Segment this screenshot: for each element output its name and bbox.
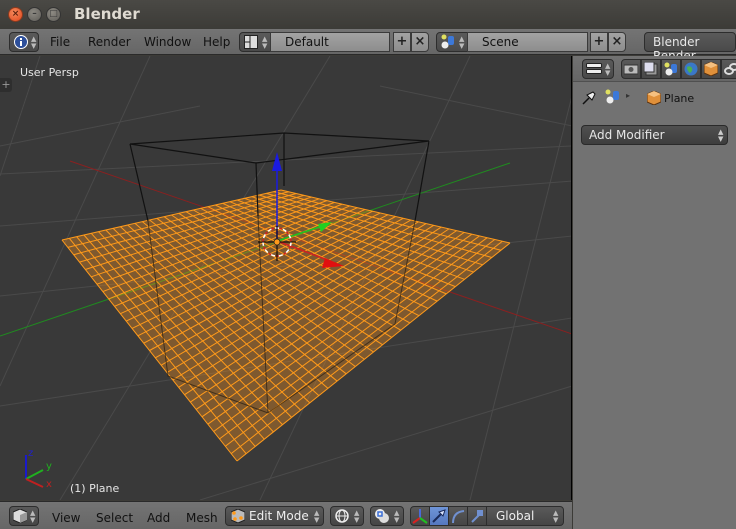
add-modifier-dropdown[interactable]: Add Modifier ▲ ▼ [581, 125, 728, 145]
world-icon [684, 62, 698, 76]
info-icon [14, 35, 28, 49]
info-header: ▲ ▼ File Render Window Help ▲ ▼ Default + … [0, 29, 736, 63]
translate-manipulator-button[interactable] [429, 506, 449, 526]
3d-view-header: ▲ ▼ View Select Add Mesh Edit Mode ▲ ▼ ▲ ▼ … [0, 501, 572, 529]
pivot-point-icon [375, 509, 389, 523]
edit-mode-icon [231, 509, 245, 523]
menu-file[interactable]: File [50, 35, 70, 49]
3d-view-editor-type-selector[interactable]: ▲ ▼ [9, 506, 39, 526]
manipulator-toggle-icon [412, 509, 428, 524]
breadcrumb-object-name: Plane [664, 92, 695, 105]
editor-type-selector[interactable]: ▲ ▼ [9, 32, 39, 52]
x-axis-label: x [46, 479, 52, 490]
updown-arrows-icon: ▲ ▼ [394, 509, 400, 524]
translate-icon [432, 509, 446, 523]
updown-arrows-icon: ▲ ▼ [354, 509, 360, 524]
y-axis-label: y [46, 461, 52, 472]
tab-render-layers[interactable] [641, 59, 661, 79]
menu-view[interactable]: View [52, 511, 80, 525]
menu-help[interactable]: Help [203, 35, 230, 49]
3d-view-icon [13, 509, 27, 523]
close-icon: × [11, 9, 20, 19]
object-origin [273, 238, 281, 246]
add-scene-button[interactable]: + [590, 32, 608, 52]
scale-manipulator-button[interactable] [467, 506, 487, 526]
mode-selector[interactable]: Edit Mode ▲ ▼ [225, 506, 324, 526]
z-axis-label: z [28, 448, 33, 459]
pivot-point-selector[interactable]: ▲ ▼ [370, 506, 404, 526]
window-titlebar: × – □ Blender [0, 0, 736, 29]
window-minimize-button[interactable]: – [27, 7, 42, 22]
add-screen-button[interactable]: + [393, 32, 411, 52]
scene-icon [664, 62, 677, 76]
tab-render[interactable] [621, 59, 641, 79]
updown-arrows-icon: ▲ ▼ [605, 62, 611, 77]
properties-editor-type-selector[interactable]: ▲ ▼ [582, 59, 614, 79]
window-close-button[interactable]: × [8, 7, 23, 22]
tab-constraints[interactable] [721, 59, 736, 79]
remove-screen-button[interactable]: × [411, 32, 429, 52]
properties-icon [586, 63, 602, 74]
properties-editor: ▲ ▼ ▸ Plane Add Modifier ▲ ▼ [573, 56, 736, 529]
object-icon [647, 91, 661, 105]
viewport-shading-selector[interactable]: ▲ ▼ [330, 506, 364, 526]
menu-select[interactable]: Select [96, 511, 133, 525]
window-title: Blender [74, 5, 140, 23]
updown-arrows-icon: ▲ ▼ [314, 509, 320, 524]
properties-header: ▲ ▼ [573, 56, 736, 82]
menu-render[interactable]: Render [88, 35, 131, 49]
scale-icon [471, 510, 483, 523]
pin-icon[interactable] [581, 90, 597, 106]
manipulator-toggle-button[interactable] [410, 506, 430, 526]
scene-icon [605, 89, 619, 104]
axis-gizmo: z y x [25, 448, 52, 490]
object-icon [704, 62, 718, 76]
updown-arrows-icon: ▲ ▼ [262, 35, 268, 50]
updown-arrows-icon: ▲ ▼ [31, 35, 37, 50]
constraints-icon [724, 63, 736, 75]
rotate-manipulator-button[interactable] [448, 506, 468, 526]
tab-world[interactable] [681, 59, 701, 79]
render-layers-icon [644, 62, 658, 76]
active-object-label: (1) Plane [70, 482, 120, 495]
view-label: User Persp [20, 66, 79, 79]
menu-mesh[interactable]: Mesh [186, 511, 218, 525]
transform-orientation-value: Global [496, 509, 535, 523]
menu-window[interactable]: Window [144, 35, 191, 49]
z-manipulator-arrow [272, 152, 282, 171]
screen-layout-field[interactable]: Default [270, 32, 390, 52]
add-modifier-label: Add Modifier [589, 128, 665, 142]
updown-arrows-icon: ▲ ▼ [718, 128, 724, 143]
minimize-icon: – [32, 9, 37, 19]
updown-arrows-icon: ▲ ▼ [30, 509, 36, 524]
tab-object[interactable] [701, 59, 721, 79]
rotate-icon [452, 510, 465, 524]
window-maximize-button[interactable]: □ [46, 7, 61, 22]
viewport-shading-icon [335, 509, 349, 523]
layout-icon [244, 35, 258, 49]
scene-icon [441, 34, 454, 49]
transform-orientation-selector[interactable]: Global ▲ ▼ [486, 506, 564, 526]
3d-viewport[interactable]: z y x + User Persp (1) Plane [0, 56, 572, 500]
render-icon [624, 64, 638, 75]
screen-layout-selector[interactable]: ▲ ▼ [239, 32, 271, 52]
scene-selector[interactable]: ▲ ▼ [436, 32, 468, 52]
updown-arrows-icon: ▲ ▼ [553, 509, 559, 524]
scene-field[interactable]: Scene [467, 32, 588, 52]
maximize-icon: □ [49, 9, 58, 19]
remove-scene-button[interactable]: × [608, 32, 626, 52]
toolshelf-toggle-button[interactable]: + [0, 78, 12, 92]
updown-arrows-icon: ▲ ▼ [459, 35, 465, 50]
menu-add[interactable]: Add [147, 511, 170, 525]
render-engine-selector[interactable]: Blender Render [644, 32, 736, 63]
tab-scene[interactable] [661, 59, 681, 79]
breadcrumb-arrow-icon: ▸ [626, 91, 631, 100]
viewport-canvas[interactable]: z y x [0, 56, 572, 500]
mode-value: Edit Mode [249, 509, 309, 523]
